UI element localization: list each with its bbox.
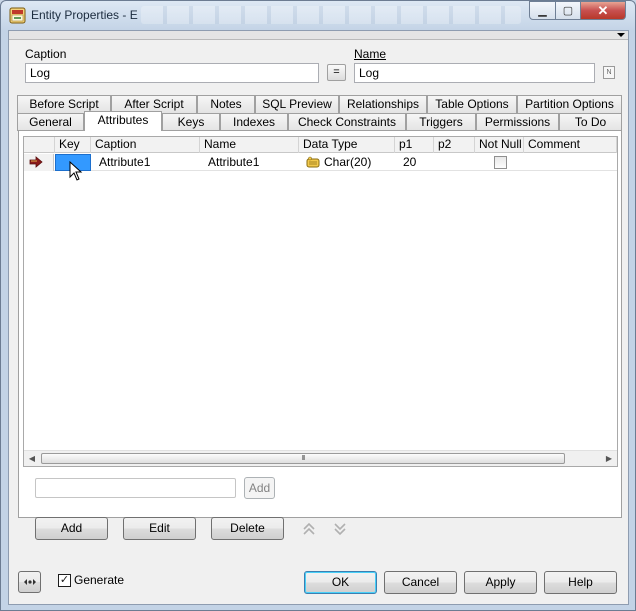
copy-caption-to-name-button[interactable]: = <box>327 64 346 81</box>
move-up-icon[interactable] <box>301 521 317 537</box>
cell-p2[interactable] <box>438 154 475 171</box>
window-title: Entity Properties - E <box>31 8 138 22</box>
column-header-caption[interactable]: Caption <box>91 137 200 153</box>
cell-name[interactable]: Attribute1 <box>204 154 299 171</box>
cancel-button[interactable]: Cancel <box>384 571 457 594</box>
close-icon: ✕ <box>597 2 609 18</box>
attributes-tab-page: Key Caption Name Data Type p1 p2 Not Nul… <box>18 130 622 518</box>
maximize-button[interactable]: ▢ <box>555 1 581 20</box>
tab-check-constraints[interactable]: Check Constraints <box>288 113 406 131</box>
horizontal-scrollbar[interactable]: ◀ III ▶ <box>24 450 617 466</box>
tab-indexes[interactable]: Indexes <box>220 113 288 131</box>
char-datatype-icon <box>306 156 320 168</box>
column-header-p2[interactable]: p2 <box>434 137 475 153</box>
scroll-right-icon[interactable]: ▶ <box>601 451 617 466</box>
generate-checkbox[interactable]: ✓ <box>58 574 71 587</box>
tab-table-options[interactable]: Table Options <box>427 95 517 113</box>
options-button[interactable] <box>18 571 41 593</box>
new-attribute-input[interactable] <box>35 478 236 498</box>
name-lock-icon[interactable]: N <box>603 66 615 79</box>
name-label: Name <box>354 47 387 61</box>
not-null-checkbox[interactable] <box>494 156 507 169</box>
column-header-name[interactable]: Name <box>200 137 299 153</box>
scroll-left-icon[interactable]: ◀ <box>24 451 40 466</box>
cell-caption[interactable]: Attribute1 <box>95 154 200 171</box>
caption-label: Caption <box>25 47 67 61</box>
column-header-not-null[interactable]: Not Null <box>475 137 524 153</box>
help-button[interactable]: Help <box>544 571 617 594</box>
tab-general[interactable]: General <box>17 113 84 131</box>
close-button[interactable]: ✕ <box>580 1 626 20</box>
edit-attribute-button[interactable]: Edit <box>123 517 196 540</box>
cell-data-type[interactable]: Char(20) <box>302 154 395 171</box>
name-input[interactable]: Log <box>354 63 595 83</box>
tab-sql-preview[interactable]: SQL Preview <box>255 95 339 113</box>
scrollbar-thumb[interactable]: III <box>41 453 565 464</box>
chevron-down-icon[interactable] <box>617 33 625 37</box>
cell-p1[interactable]: 20 <box>399 154 434 171</box>
entity-app-icon <box>9 7 26 24</box>
delete-attribute-button[interactable]: Delete <box>211 517 284 540</box>
options-icon <box>23 579 36 585</box>
title-bar[interactable]: Entity Properties - E ▁ ▢ ✕ <box>1 1 635 29</box>
minimize-icon: ▁ <box>538 5 547 17</box>
tab-to-do[interactable]: To Do <box>559 113 622 131</box>
move-down-icon[interactable] <box>332 521 348 537</box>
dialog-client-area: Caption Log = Name Log N Before Script A… <box>8 30 629 605</box>
tab-permissions[interactable]: Permissions <box>476 113 559 131</box>
title-bar-background <box>141 6 521 24</box>
tab-attributes[interactable]: Attributes <box>84 111 162 131</box>
grid-header: Key Caption Name Data Type p1 p2 Not Nul… <box>24 137 617 153</box>
table-row[interactable]: Attribute1 Attribute1 Char(20) 20 <box>24 154 617 171</box>
column-header-data-type[interactable]: Data Type <box>299 137 395 153</box>
ok-button[interactable]: OK <box>304 571 377 594</box>
cell-key[interactable] <box>55 154 91 171</box>
tab-partition-options[interactable]: Partition Options <box>517 95 622 113</box>
generate-label: Generate <box>74 573 125 587</box>
add-attribute-button[interactable]: Add <box>35 517 108 540</box>
attributes-grid[interactable]: Key Caption Name Data Type p1 p2 Not Nul… <box>23 136 618 467</box>
row-indicator-header <box>24 137 55 153</box>
maximize-icon: ▢ <box>562 5 574 17</box>
quick-add-button[interactable]: Add <box>244 477 275 499</box>
tab-notes[interactable]: Notes <box>197 95 255 113</box>
cell-comment[interactable] <box>528 154 617 171</box>
row-pointer-arrow-icon <box>29 156 43 168</box>
tab-keys[interactable]: Keys <box>162 113 220 131</box>
tab-relationships[interactable]: Relationships <box>339 95 427 113</box>
row-indicator[interactable] <box>24 154 54 171</box>
tab-triggers[interactable]: Triggers <box>406 113 476 131</box>
cell-data-type-text: Char(20) <box>324 155 372 169</box>
toolstrip[interactable] <box>9 31 628 40</box>
entity-properties-window: Entity Properties - E ▁ ▢ ✕ Caption Log … <box>0 0 636 611</box>
column-header-key[interactable]: Key <box>55 137 91 153</box>
column-header-comment[interactable]: Comment <box>524 137 617 153</box>
apply-button[interactable]: Apply <box>464 571 537 594</box>
caption-input[interactable]: Log <box>25 63 319 83</box>
minimize-button[interactable]: ▁ <box>529 1 556 20</box>
column-header-p1[interactable]: p1 <box>395 137 434 153</box>
